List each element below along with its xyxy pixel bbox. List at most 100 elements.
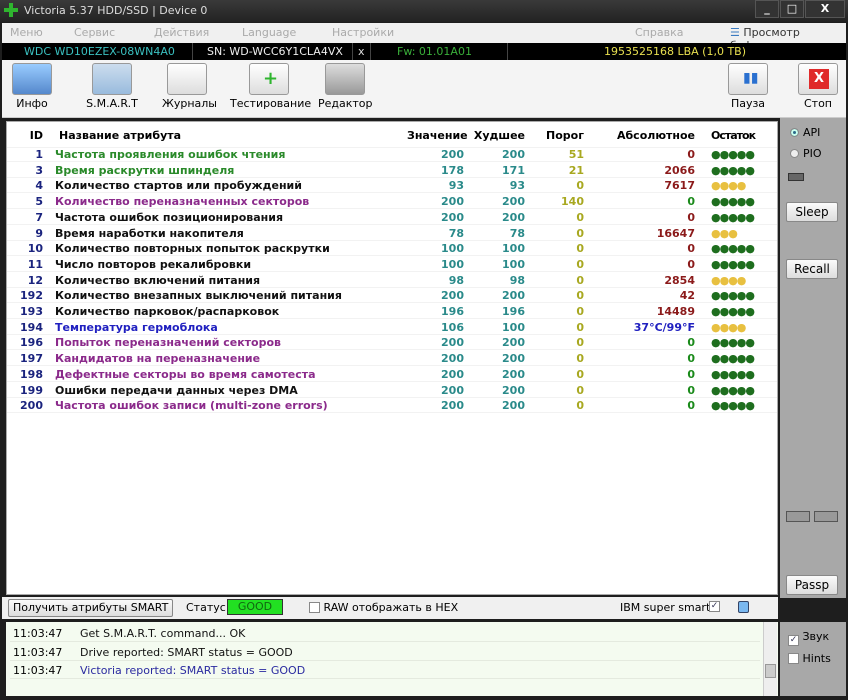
checkbox[interactable]: [309, 602, 320, 613]
disabled-button-2[interactable]: [814, 511, 838, 522]
cell-id: 199: [20, 383, 43, 397]
sleep-button[interactable]: Sleep: [786, 202, 838, 222]
menu-item-actions[interactable]: Действия: [154, 26, 209, 39]
cell-value: 93: [448, 179, 464, 193]
menu-item-settings[interactable]: Настройки: [332, 26, 394, 39]
table-row[interactable]: 199 Ошибки передачи данных через DMA 200 20…: [7, 383, 777, 398]
cell-remaining: ●●●●: [711, 273, 746, 287]
cell-worst: 100: [502, 242, 525, 256]
table-row[interactable]: 196 Попыток переназначений секторов 200 200…: [7, 335, 777, 351]
col-name[interactable]: Название атрибута: [59, 129, 181, 142]
editor-button[interactable]: Редактор: [318, 63, 373, 110]
col-worst[interactable]: Худшее: [467, 129, 525, 142]
cell-worst: 200: [502, 336, 525, 350]
cell-value: 106: [441, 320, 464, 334]
cell-threshold: 0: [576, 336, 584, 350]
cell-name: Количество переназначенных секторов: [55, 195, 310, 209]
cell-id: 198: [20, 367, 43, 381]
cell-worst: 200: [502, 289, 525, 303]
cell-value: 200: [441, 367, 464, 381]
cell-remaining: ●●●●: [711, 320, 746, 334]
log-scrollbar[interactable]: [763, 622, 777, 696]
cell-id: 11: [27, 257, 43, 271]
table-row[interactable]: 11 Число повторов рекалибровки 100 100 0 0 ●●●…: [7, 257, 777, 272]
cell-threshold: 0: [576, 289, 584, 303]
cell-raw: 2854: [664, 273, 695, 287]
table-row[interactable]: 12 Количество включений питания 98 98 0 2854 ●…: [7, 273, 777, 288]
hints-checkbox[interactable]: Hints: [788, 652, 831, 665]
smart-chart-icon: [92, 63, 132, 95]
pause-button[interactable]: ▮▮ Пауза: [726, 63, 770, 110]
log-message: Get S.M.A.R.T. command... OK: [80, 627, 246, 640]
device-capacity: 1953525168 LBA (1,0 TB): [604, 45, 747, 58]
recall-button[interactable]: Recall: [786, 259, 838, 279]
color-swatch[interactable]: [738, 601, 749, 613]
passp-button[interactable]: Passp: [786, 575, 838, 595]
table-row[interactable]: 1 Частота проявления ошибок чтения 200 200 5…: [7, 147, 777, 162]
table-row[interactable]: 4 Количество стартов или пробуждений 93 93 0…: [7, 178, 777, 194]
cell-raw: 0: [687, 210, 695, 224]
close-button[interactable]: X: [805, 0, 845, 18]
col-value[interactable]: Значение: [407, 129, 468, 142]
logs-button[interactable]: Журналы: [162, 63, 217, 110]
log-panel: 11:03:47 Get S.M.A.R.T. command... OK 11:0…: [6, 622, 778, 696]
cell-name: Число повторов рекалибровки: [55, 257, 252, 271]
device-close-button[interactable]: x: [358, 45, 365, 58]
menu-item-menu[interactable]: Меню: [10, 26, 43, 39]
info-button[interactable]: Инфо: [10, 63, 54, 110]
api-radio[interactable]: API: [790, 126, 820, 139]
table-row[interactable]: 5 Количество переназначенных секторов 200 2…: [7, 194, 777, 210]
cell-threshold: 0: [576, 383, 584, 397]
pio-radio[interactable]: PIO: [790, 147, 822, 160]
cell-worst: 200: [502, 195, 525, 209]
sound-checkbox[interactable]: ✓ Звук: [788, 630, 829, 646]
cell-worst: 100: [502, 320, 525, 334]
menu-item-language[interactable]: Language: [242, 26, 296, 39]
cell-id: 1: [35, 148, 43, 161]
cell-threshold: 0: [576, 399, 584, 413]
minimize-button[interactable]: _: [755, 0, 779, 18]
col-remaining[interactable]: Остаток: [711, 129, 756, 142]
title-bar: Victoria 5.37 HDD/SSD | Device 0 _ □ X: [0, 0, 848, 22]
table-row[interactable]: 197 Кандидатов на переназначение 200 200 0 0 ●…: [7, 351, 777, 367]
cell-name: Частота ошибок позиционирования: [55, 210, 284, 224]
cell-value: 200: [441, 148, 464, 161]
cell-value: 200: [441, 336, 464, 350]
table-row[interactable]: 198 Дефектные секторы во время самотеста 2…: [7, 367, 777, 382]
cell-id: 3: [35, 163, 43, 177]
raw-hex-checkbox[interactable]: RAW отображать в HEX: [309, 601, 458, 614]
col-raw[interactable]: Абсолютное: [587, 129, 695, 142]
ibm-super-smart-checkbox[interactable]: ✓: [709, 601, 720, 612]
table-row[interactable]: 9 Время наработки накопителя 78 78 0 16647 ●●●: [7, 226, 777, 241]
api-label: API: [803, 126, 821, 139]
stop-button[interactable]: X Стоп: [796, 63, 840, 110]
table-row[interactable]: 3 Время раскрутки шпинделя 178 171 21 2066 ●●●…: [7, 163, 777, 178]
menu-item-service[interactable]: Сервис: [74, 26, 115, 39]
table-row[interactable]: 10 Количество повторных попыток раскрутки…: [7, 241, 777, 257]
cell-name: Количество повторных попыток раскрутки: [55, 242, 330, 256]
maximize-button[interactable]: □: [780, 0, 804, 18]
col-id[interactable]: ID: [7, 129, 43, 142]
col-threshold[interactable]: Порог: [527, 129, 584, 142]
editor-label: Редактор: [318, 97, 373, 110]
table-row[interactable]: 200 Частота ошибок записи (multi-zone err…: [7, 398, 777, 414]
table-row[interactable]: 7 Частота ошибок позиционирования 200 200 0 0…: [7, 210, 777, 225]
table-row[interactable]: 194 Температура гермоблока 106 100 0 37°C/99°…: [7, 320, 777, 335]
testing-button[interactable]: + Тестирование: [230, 63, 311, 110]
table-row[interactable]: 193 Количество парковок/распарковок 196 196…: [7, 304, 777, 319]
info-label: Инфо: [16, 97, 48, 110]
cell-worst: 200: [502, 367, 525, 381]
get-smart-button[interactable]: Получить атрибуты SMART: [8, 599, 174, 617]
cell-value: 78: [448, 226, 464, 240]
cell-name: Количество внезапных выключений питания: [55, 289, 342, 303]
pio-label: PIO: [803, 147, 822, 160]
cell-threshold: 0: [576, 226, 584, 240]
smart-button[interactable]: S.M.A.R.T: [82, 63, 142, 110]
cell-remaining: ●●●●●: [711, 399, 755, 413]
menu-item-help[interactable]: Справка: [635, 26, 683, 39]
cell-raw: 0: [687, 367, 695, 381]
cell-threshold: 0: [576, 210, 584, 224]
cell-threshold: 0: [576, 179, 584, 193]
disabled-button-1[interactable]: [786, 511, 810, 522]
table-row[interactable]: 192 Количество внезапных выключений питан…: [7, 288, 777, 304]
